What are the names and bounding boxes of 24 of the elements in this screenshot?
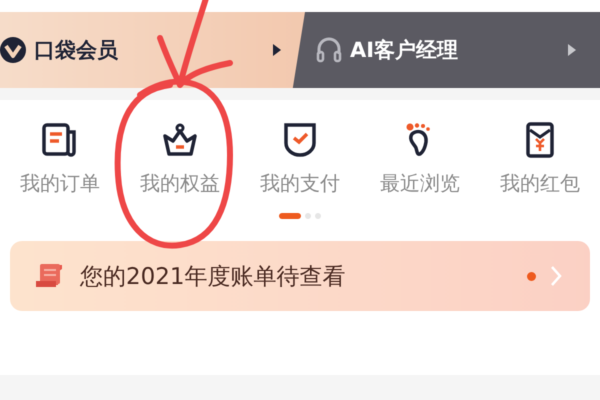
banner-label: 口袋会员 [34, 37, 119, 64]
shortcut-label: 我的红包 [500, 170, 580, 197]
page-dot[interactable] [305, 213, 311, 219]
shortcut-label: 最近浏览 [380, 170, 460, 197]
shortcut-label: 我的支付 [260, 170, 340, 197]
v-logo-icon [0, 37, 26, 63]
shortcut-item[interactable]: 我的权益 [120, 122, 240, 197]
page-dot[interactable] [315, 213, 321, 219]
shortcut-label: 我的订单 [20, 170, 100, 197]
headset-icon [316, 37, 342, 63]
shortcut-item[interactable]: 我的订单 [0, 122, 120, 197]
document-icon [41, 122, 79, 158]
shortcut-item[interactable]: 我的红包 [480, 122, 600, 197]
banner-label: AI客户经理 [350, 37, 460, 64]
bill-notice-text: 您的2021年度账单待查看 [80, 262, 347, 292]
membership-banner[interactable]: 口袋会员 [0, 12, 305, 88]
arrow-icon [568, 44, 576, 56]
annual-bill-banner[interactable]: 您的2021年度账单待查看 [10, 241, 590, 311]
crown-icon [161, 122, 199, 158]
shortcut-label: 我的权益 [140, 170, 220, 197]
shortcut-item[interactable]: 最近浏览 [360, 122, 480, 197]
shortcut-item[interactable]: 我的支付 [240, 122, 360, 197]
arrow-icon [273, 44, 281, 56]
chevron-right-icon [550, 265, 562, 287]
